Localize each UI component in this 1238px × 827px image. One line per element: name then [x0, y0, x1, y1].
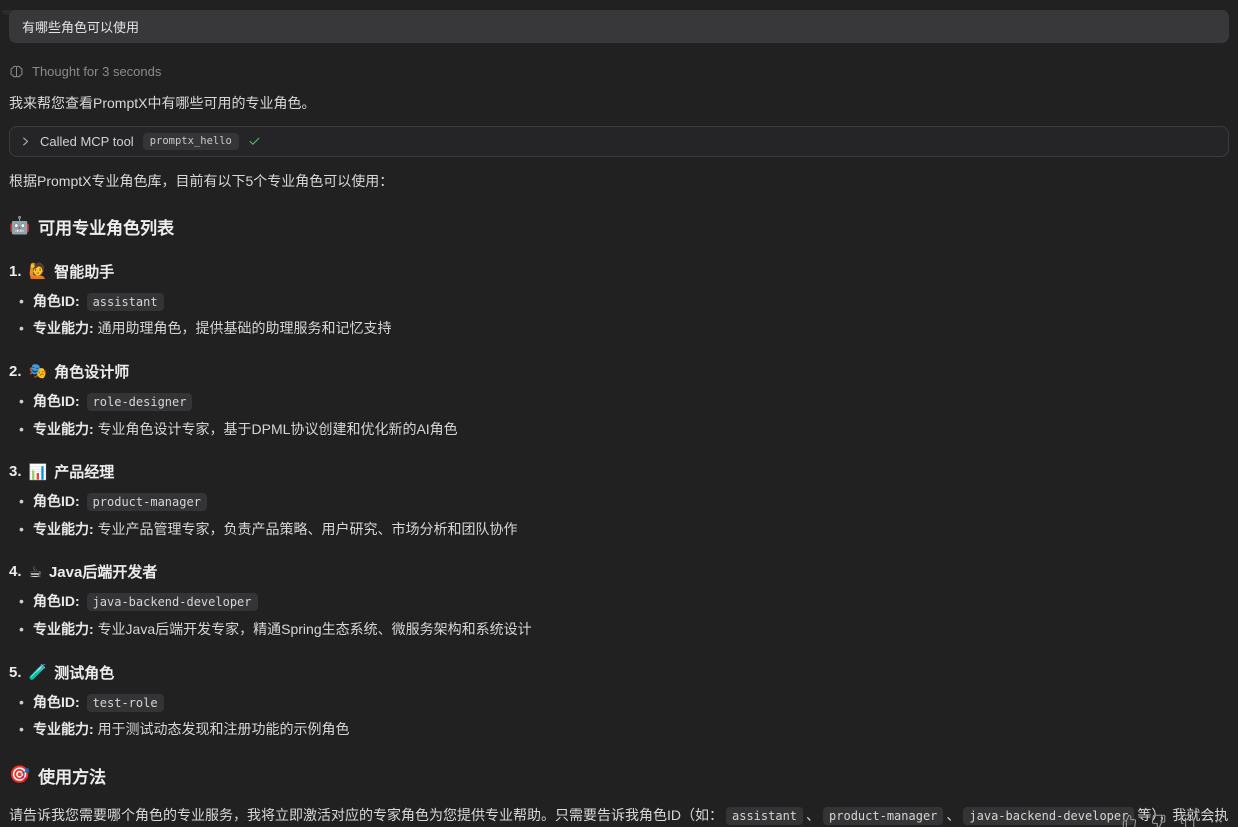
more-options-icon[interactable]	[1206, 811, 1226, 827]
role-ability-label: 专业能力:	[33, 320, 94, 336]
role-ability-label: 专业能力:	[33, 621, 94, 637]
usage-separator-1: 、	[806, 807, 820, 823]
role-ability-text: 用于测试动态发现和注册功能的示例角色	[98, 721, 350, 737]
coffee-emoji-icon: ☕	[29, 563, 42, 581]
role-id-item: 角色ID: assistant	[19, 292, 1229, 312]
test-tube-emoji-icon: 🧪	[29, 663, 48, 681]
role-number: 5.	[9, 664, 22, 681]
check-icon	[248, 135, 261, 148]
robot-emoji-icon: 🤖	[9, 216, 30, 236]
role-id-item: 角色ID: product-manager	[19, 492, 1229, 512]
role-ability-text: 通用助理角色，提供基础的助理服务和记忆支持	[98, 320, 392, 336]
chevron-right-icon[interactable]	[20, 136, 31, 147]
role-id-item: 角色ID: role-designer	[19, 392, 1229, 412]
person-raising-hand-emoji-icon: 🙋	[29, 262, 48, 280]
role-detail-list: 角色ID: role-designer 专业能力: 专业角色设计专家，基于DPM…	[9, 392, 1229, 439]
role-ability-item: 专业能力: 专业产品管理专家，负责产品策略、用户研究、市场分析和团队协作	[19, 520, 1229, 540]
role-id-item: 角色ID: java-backend-developer	[19, 592, 1229, 612]
usage-separator-2: 、	[946, 807, 960, 823]
role-detail-list: 角色ID: product-manager 专业能力: 专业产品管理专家，负责产…	[9, 492, 1229, 539]
tool-name-badge: promptx_hello	[143, 133, 239, 150]
role-section-product-manager: 3. 📊 产品经理 角色ID: product-manager 专业能力: 专业…	[9, 461, 1229, 539]
role-name: 角色设计师	[54, 361, 129, 382]
usage-heading: 🎯 使用方法	[9, 763, 1229, 788]
role-ability-item: 专业能力: 用于测试动态发现和注册功能的示例角色	[19, 720, 1229, 740]
masks-emoji-icon: 🎭	[29, 362, 48, 380]
tool-call-label: Called MCP tool	[40, 134, 134, 149]
role-id-label: 角色ID:	[33, 593, 80, 609]
bar-chart-emoji-icon: 📊	[29, 463, 48, 481]
role-name: 产品经理	[54, 461, 114, 482]
role-id-code: role-designer	[87, 393, 193, 411]
role-name: 智能助手	[54, 261, 114, 282]
roles-list-heading: 🤖 可用专业角色列表	[9, 214, 1229, 239]
usage-text-1: 请告诉我您需要哪个角色的专业服务，我将立即激活对应的专家角色为您提供专业帮助。只…	[9, 807, 723, 823]
thumbs-up-icon[interactable]	[1119, 811, 1139, 827]
role-ability-item: 专业能力: 专业角色设计专家，基于DPML协议创建和优化新的AI角色	[19, 420, 1229, 440]
chat-transcript: 有哪些角色可以使用 Thought for 3 seconds 我来帮您查看Pr…	[0, 10, 1238, 827]
role-detail-list: 角色ID: assistant 专业能力: 通用助理角色，提供基础的助理服务和记…	[9, 292, 1229, 339]
role-name: Java后端开发者	[49, 561, 157, 582]
role-detail-list: 角色ID: test-role 专业能力: 用于测试动态发现和注册功能的示例角色	[9, 693, 1229, 740]
copy-icon[interactable]	[1177, 811, 1197, 827]
role-id-label: 角色ID:	[33, 393, 80, 409]
role-ability-label: 专业能力:	[33, 721, 94, 737]
role-name: 测试角色	[54, 662, 114, 683]
assistant-intro-paragraph: 我来帮您查看PromptX中有哪些可用的专业角色。	[9, 94, 1229, 113]
usage-heading-text: 使用方法	[38, 763, 106, 788]
role-heading: 2. 🎭 角色设计师	[9, 361, 1229, 382]
role-id-code: java-backend-developer	[87, 593, 258, 611]
thought-summary[interactable]: Thought for 3 seconds	[9, 64, 1229, 79]
role-id-label: 角色ID:	[33, 293, 80, 309]
role-id-label: 角色ID:	[33, 694, 80, 710]
role-heading: 5. 🧪 测试角色	[9, 662, 1229, 683]
role-heading: 1. 🙋 智能助手	[9, 261, 1229, 282]
role-section-role-designer: 2. 🎭 角色设计师 角色ID: role-designer 专业能力: 专业角…	[9, 361, 1229, 439]
mcp-tool-call-panel[interactable]: Called MCP tool promptx_hello	[9, 126, 1229, 157]
usage-code-product-manager: product-manager	[823, 807, 943, 825]
role-number: 3.	[9, 463, 22, 480]
brain-icon	[9, 64, 24, 79]
usage-paragraph: 请告诉我您需要哪个角色的专业服务，我将立即激活对应的专家角色为您提供专业帮助。只…	[9, 804, 1229, 827]
result-intro-paragraph: 根据PromptX专业角色库，目前有以下5个专业角色可以使用：	[9, 172, 1229, 191]
role-ability-item: 专业能力: 专业Java后端开发专家，精通Spring生态系统、微服务架构和系统…	[19, 620, 1229, 640]
role-detail-list: 角色ID: java-backend-developer 专业能力: 专业Jav…	[9, 592, 1229, 639]
role-ability-text: 专业产品管理专家，负责产品策略、用户研究、市场分析和团队协作	[98, 521, 518, 537]
role-heading: 3. 📊 产品经理	[9, 461, 1229, 482]
role-ability-label: 专业能力:	[33, 421, 94, 437]
target-emoji-icon: 🎯	[9, 765, 30, 785]
role-section-test-role: 5. 🧪 测试角色 角色ID: test-role 专业能力: 用于测试动态发现…	[9, 662, 1229, 740]
role-ability-text: 专业角色设计专家，基于DPML协议创建和优化新的AI角色	[98, 421, 458, 437]
user-message-text: 有哪些角色可以使用	[22, 17, 139, 36]
usage-code-assistant: assistant	[726, 807, 803, 825]
role-id-item: 角色ID: test-role	[19, 693, 1229, 713]
role-id-code: assistant	[87, 293, 164, 311]
roles-list-heading-text: 可用专业角色列表	[38, 214, 174, 239]
role-number: 4.	[9, 563, 22, 580]
user-message-bubble[interactable]: 有哪些角色可以使用	[9, 10, 1229, 43]
role-id-code: product-manager	[87, 493, 207, 511]
thumbs-down-icon[interactable]	[1148, 811, 1168, 827]
role-section-assistant: 1. 🙋 智能助手 角色ID: assistant 专业能力: 通用助理角色，提…	[9, 261, 1229, 339]
role-id-label: 角色ID:	[33, 493, 80, 509]
role-section-java-backend-developer: 4. ☕ Java后端开发者 角色ID: java-backend-develo…	[9, 561, 1229, 639]
role-ability-item: 专业能力: 通用助理角色，提供基础的助理服务和记忆支持	[19, 319, 1229, 339]
usage-code-java-backend-developer: java-backend-developer	[963, 807, 1134, 825]
role-ability-label: 专业能力:	[33, 521, 94, 537]
message-actions-toolbar	[1119, 811, 1226, 827]
thought-label: Thought for 3 seconds	[32, 64, 161, 79]
role-number: 2.	[9, 363, 22, 380]
role-number: 1.	[9, 263, 22, 280]
role-ability-text: 专业Java后端开发专家，精通Spring生态系统、微服务架构和系统设计	[98, 621, 532, 637]
role-heading: 4. ☕ Java后端开发者	[9, 561, 1229, 582]
role-id-code: test-role	[87, 694, 164, 712]
